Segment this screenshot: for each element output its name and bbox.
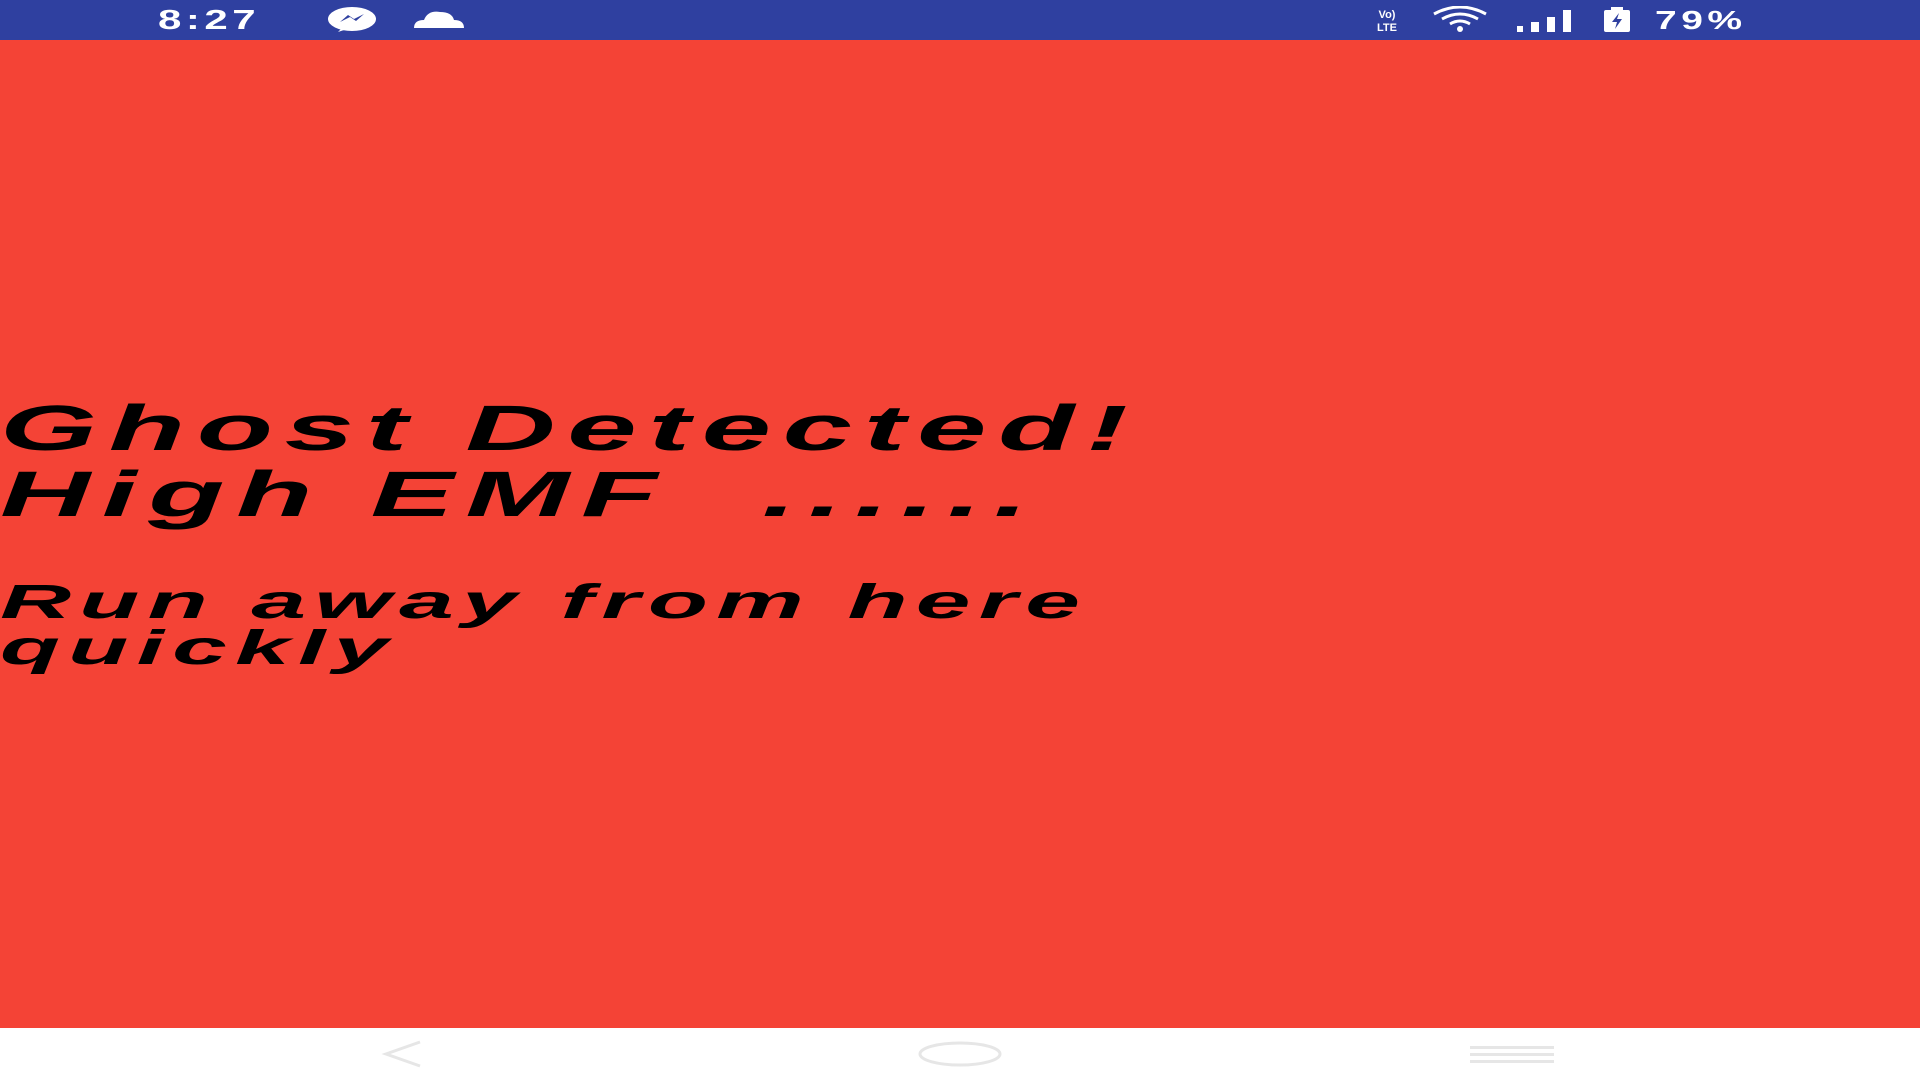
volte-top-text: Vo) — [1379, 9, 1396, 21]
recents-lines-icon — [1470, 1046, 1554, 1063]
ghost-detected-headline: Ghost Detected! High EMF ...... — [0, 392, 1140, 530]
battery-percent: 79% — [1655, 5, 1747, 35]
back-button[interactable] — [378, 1036, 428, 1072]
volte-bottom-text: LTE — [1377, 22, 1397, 34]
navigation-bar — [0, 1028, 1920, 1080]
home-button[interactable] — [915, 1036, 1005, 1072]
messenger-icon — [326, 6, 378, 34]
cloud-icon — [410, 6, 466, 34]
home-circle-icon — [918, 1041, 1002, 1067]
battery-icon — [1600, 6, 1634, 34]
back-arrow-icon — [381, 1040, 421, 1068]
recents-button[interactable] — [1468, 1036, 1556, 1072]
alert-screen: Ghost Detected! High EMF ...... Run away… — [0, 40, 1920, 1028]
signal-icon — [1515, 6, 1575, 34]
status-time: 8:27 — [158, 4, 261, 35]
volte-icon: Vo) LTE — [1360, 6, 1414, 34]
run-away-message: Run away from here quickly — [0, 576, 1089, 675]
status-bar: 8:27 Vo) LTE 79% — [0, 0, 1920, 40]
wifi-icon — [1430, 6, 1490, 34]
